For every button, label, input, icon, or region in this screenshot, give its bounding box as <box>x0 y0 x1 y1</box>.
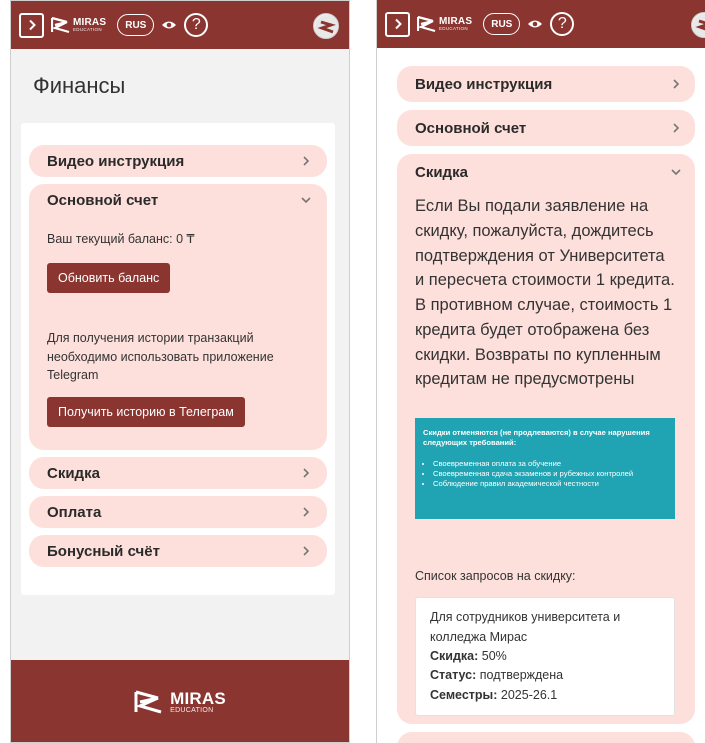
discount-info-text: Если Вы подали заявление на скидку, пожа… <box>415 197 675 389</box>
accordion-title: Скидка <box>47 464 100 482</box>
discount-label: Скидка: <box>430 649 479 663</box>
accordion-main-account[interactable]: Основной счет <box>397 110 695 146</box>
discount-requests-label: Список запросов на скидку: <box>415 569 576 584</box>
left-screen: MIRAS EDUCATION RUS ? Финансы Видео инст… <box>10 0 350 743</box>
miras-logo-mark-icon <box>417 15 436 33</box>
semesters-value: 2025-26.1 <box>500 687 558 702</box>
status-value: подтверждена <box>479 668 564 683</box>
rules-heading: Скидки отменяются (не продлеваются) в сл… <box>423 428 650 448</box>
accordion-main-account[interactable]: Основной счет Ваш текущий баланс: 0 ₸ Об… <box>29 184 327 450</box>
request-discount-row: Скидка: 50% <box>430 647 660 666</box>
list-item: Соблюдение правил академической честност… <box>433 479 668 489</box>
footer-logo-text: MIRAS <box>170 689 226 708</box>
miras-logo[interactable]: MIRAS EDUCATION <box>51 16 106 34</box>
accordion-bonus-account[interactable]: Бонусный счёт <box>29 535 327 567</box>
rules-list: Своевременная оплата за обучение Своевре… <box>423 459 668 490</box>
accordion-video-instruction[interactable]: Видео инструкция <box>397 66 695 102</box>
history-info-text: Для получения истории транзакций необход… <box>47 330 274 383</box>
request-title: Для сотрудников университета и колледжа … <box>430 610 621 644</box>
chevron-right-icon <box>301 507 311 517</box>
eye-icon[interactable] <box>161 19 177 31</box>
language-button[interactable]: RUS <box>483 13 521 35</box>
chevron-right-icon <box>671 123 681 133</box>
language-button[interactable]: RUS <box>117 14 155 36</box>
request-semesters-row: Семестры: 2025-26.1 <box>430 686 660 705</box>
chevron-right-icon <box>394 18 402 30</box>
discount-value: 50% <box>481 649 507 663</box>
accordion-video-instruction[interactable]: Видео инструкция <box>29 145 327 177</box>
chevron-down-icon <box>671 167 681 177</box>
list-item: Своевременная оплата за обучение <box>433 459 668 469</box>
telegram-history-button[interactable]: Получить историю в Телеграм <box>47 397 245 427</box>
accordion-title: Оплата <box>47 503 102 521</box>
finance-card: Видео инструкция Основной счет Ваш текущ… <box>21 123 335 595</box>
accordion-discount[interactable]: Скидка <box>29 457 327 489</box>
chevron-right-icon <box>301 156 311 166</box>
chevron-right-icon <box>301 546 311 556</box>
page-title: Финансы <box>33 73 126 98</box>
help-button[interactable]: ? <box>550 12 575 36</box>
logo-subtext: EDUCATION <box>73 26 102 32</box>
accordion-title: Скидка <box>415 163 468 181</box>
balance-text: Ваш текущий баланс: 0 ₸ <box>47 232 195 246</box>
accordion-discount[interactable]: Скидка Если Вы подали заявление на скидк… <box>397 154 695 724</box>
content-area: Видео инструкция Основной счет Скидка Ес… <box>377 48 705 743</box>
accordion-next-partial[interactable] <box>397 732 695 743</box>
chevron-right-icon <box>301 468 311 478</box>
right-screen: MIRAS EDUCATION RUS ? Видео инструкция О… <box>376 0 705 743</box>
miras-logo-mark-icon <box>134 690 162 714</box>
accordion-title: Видео инструкция <box>415 75 553 93</box>
list-item: Своевременная сдача экзаменов и рубежных… <box>433 469 668 479</box>
accordion-title: Основной счет <box>47 191 159 209</box>
chevron-down-icon <box>301 195 311 205</box>
discount-rules-box: Скидки отменяются (не продлеваются) в сл… <box>415 418 675 520</box>
discount-request-card: Для сотрудников университета и колледжа … <box>415 597 675 717</box>
semesters-label: Семестры: <box>430 687 498 702</box>
miras-logo-mark-icon <box>51 16 70 34</box>
miras-logo[interactable]: MIRAS EDUCATION <box>417 15 472 33</box>
menu-toggle-button[interactable] <box>19 12 44 38</box>
help-button[interactable]: ? <box>184 13 209 37</box>
refresh-balance-button[interactable]: Обновить баланс <box>47 262 171 293</box>
footer-logo-subtext: EDUCATION <box>170 707 214 714</box>
menu-toggle-button[interactable] <box>385 11 410 37</box>
chevron-right-icon <box>671 79 681 89</box>
top-bar: MIRAS EDUCATION RUS ? <box>11 1 349 49</box>
avatar-logo-icon <box>315 15 338 38</box>
eye-icon[interactable] <box>527 18 543 30</box>
accordion-title: Основной счет <box>415 119 527 137</box>
status-label: Статус: <box>430 668 477 683</box>
top-bar: MIRAS EDUCATION RUS ? <box>377 0 705 48</box>
accordion-title: Видео инструкция <box>47 152 185 170</box>
accordion-payment[interactable]: Оплата <box>29 496 327 528</box>
avatar[interactable] <box>691 12 705 38</box>
avatar[interactable] <box>313 13 339 39</box>
logo-subtext: EDUCATION <box>439 25 468 31</box>
accordion-title: Бонусный счёт <box>47 542 160 560</box>
chevron-right-icon <box>28 19 36 31</box>
request-status-row: Статус: подтверждена <box>430 666 660 685</box>
avatar-logo-icon <box>693 14 705 37</box>
footer: MIRAS EDUCATION <box>11 660 349 742</box>
